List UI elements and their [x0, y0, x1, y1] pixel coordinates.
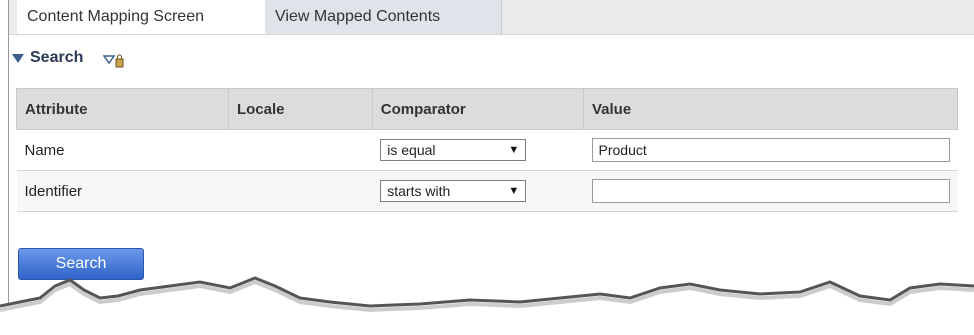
attribute-cell: Name	[16, 129, 229, 171]
tab-content-mapping[interactable]: Content Mapping Screen	[17, 0, 274, 34]
header-value: Value	[583, 88, 958, 130]
search-panel-header: Search	[12, 44, 124, 72]
search-panel-title[interactable]: Search	[30, 49, 83, 67]
comparator-select-value: is equal	[387, 142, 436, 158]
chevron-down-icon[interactable]: ▼	[508, 185, 519, 197]
torn-edge-decoration	[0, 276, 974, 335]
comparator-cell: is equal ▼	[372, 129, 584, 171]
header-comparator: Comparator	[371, 88, 585, 130]
header-locale: Locale	[227, 88, 373, 130]
table-header-row: Attribute Locale Comparator Value	[16, 88, 958, 130]
collapse-triangle-icon[interactable]	[12, 53, 24, 63]
comparator-select[interactable]: is equal ▼	[380, 139, 527, 161]
value-input[interactable]	[591, 179, 950, 203]
value-input[interactable]	[591, 138, 950, 162]
filter-lock-icon[interactable]	[103, 53, 124, 68]
locale-cell	[228, 129, 373, 171]
chevron-down-icon[interactable]: ▼	[508, 144, 519, 156]
attribute-cell: Identifier	[16, 170, 229, 212]
table-row: Identifier starts with ▼	[16, 170, 958, 212]
value-cell	[583, 129, 958, 171]
header-attribute: Attribute	[16, 88, 229, 130]
tab-bar: Content Mapping Screen View Mapped Conte…	[9, 0, 974, 35]
comparator-select-value: starts with	[387, 183, 451, 199]
search-criteria-table: Attribute Locale Comparator Value Name i…	[16, 88, 958, 212]
tab-view-mapped-contents[interactable]: View Mapped Contents	[265, 0, 502, 34]
value-cell	[583, 170, 958, 212]
comparator-select[interactable]: starts with ▼	[380, 180, 527, 202]
comparator-cell: starts with ▼	[372, 170, 584, 212]
table-row: Name is equal ▼	[16, 129, 958, 171]
locale-cell	[228, 170, 373, 212]
